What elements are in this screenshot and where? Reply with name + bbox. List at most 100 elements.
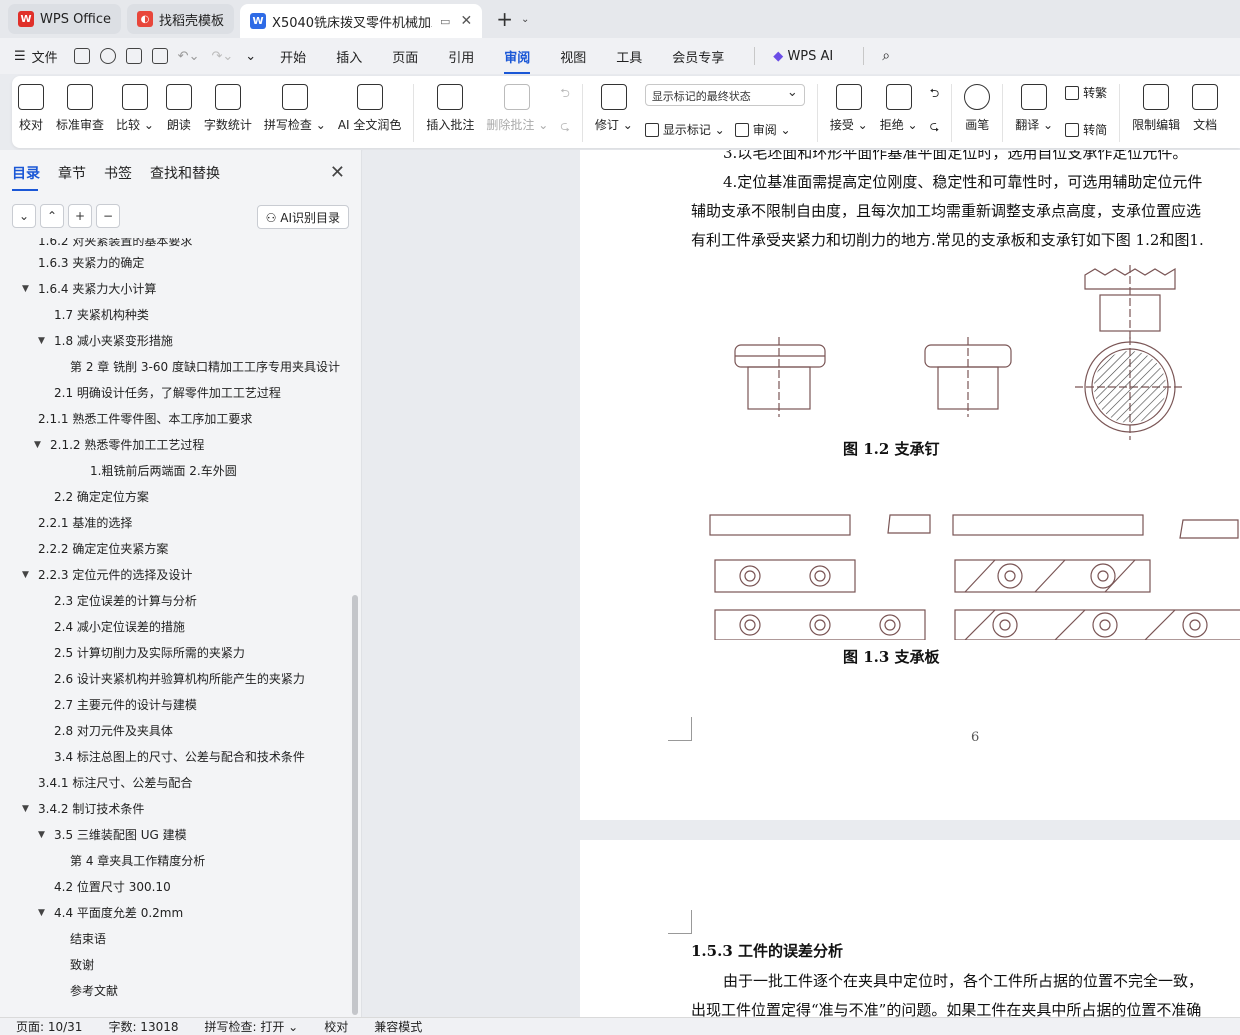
- accept-button[interactable]: 接受 ⌄: [830, 84, 868, 133]
- toc-item[interactable]: 致谢: [0, 952, 350, 978]
- show-markup-button[interactable]: 显示标记 ⌄: [644, 121, 725, 138]
- toc-item[interactable]: 2.4 减小定位误差的措施: [0, 614, 350, 640]
- tab-wps-office[interactable]: W WPS Office: [8, 4, 122, 34]
- tab-document[interactable]: W X5040铣床拨叉零件机械加工 ▭ ✕: [240, 4, 483, 38]
- toc-item[interactable]: 结束语: [0, 926, 350, 952]
- collapse-arrow-icon[interactable]: ▼: [38, 822, 45, 848]
- toc-item[interactable]: 4.2 位置尺寸 300.10: [0, 874, 350, 900]
- doc-protect-button[interactable]: 文档: [1192, 84, 1219, 133]
- save-icon[interactable]: [73, 48, 90, 64]
- undo-icon[interactable]: ↶⌄: [178, 49, 200, 64]
- tab-chapters[interactable]: 章节: [58, 163, 86, 183]
- to-simplified-button[interactable]: 转简: [1065, 121, 1107, 138]
- review-pane-button[interactable]: 审阅 ⌄: [734, 121, 791, 138]
- export-icon[interactable]: [99, 48, 116, 64]
- toc-item[interactable]: ▼ 2.1.2 熟悉零件加工工艺过程: [0, 432, 350, 458]
- redo-icon[interactable]: ↷⌄: [211, 49, 233, 64]
- next-comment-icon[interactable]: ⮎: [560, 117, 570, 138]
- more-icon[interactable]: ⌄: [245, 49, 256, 64]
- toc-item[interactable]: 第 2 章 铣削 3-60 度缺口精加工工序专用夹具设计: [0, 354, 350, 380]
- display-mode-select[interactable]: 显示标记的最终状态: [644, 84, 805, 106]
- spell-check-status[interactable]: 拼写检查: 打开 ⌄: [205, 1018, 299, 1035]
- toc-item[interactable]: 3.4.1 标注尺寸、公差与配合: [0, 770, 350, 796]
- toc-item[interactable]: ▼ 3.4.2 制订技术条件: [0, 796, 350, 822]
- read-aloud-button[interactable]: 朗读: [165, 84, 192, 133]
- collapse-up-button[interactable]: ⌃: [40, 204, 64, 228]
- document-page[interactable]: 3.以毛坯面和环形平面作基准平面定位时，选用自位支承作定位元件。 4.定位基准面…: [580, 150, 1240, 820]
- menu-insert[interactable]: 插入: [336, 47, 362, 66]
- toc-item[interactable]: 2.3 定位误差的计算与分析: [0, 588, 350, 614]
- toc-item[interactable]: 3.4 标注总图上的尺寸、公差与配合和技术条件: [0, 744, 350, 770]
- menu-wps-ai[interactable]: ◆ WPS AI: [773, 49, 833, 64]
- menu-reference[interactable]: 引用: [448, 47, 474, 66]
- ai-toc-button[interactable]: ⚇ AI识别目录: [256, 205, 349, 229]
- panel-scrollbar[interactable]: [352, 595, 358, 1015]
- tab-find-replace[interactable]: 查找和替换: [150, 163, 220, 183]
- remove-heading-button[interactable]: −: [96, 204, 120, 228]
- toc-item[interactable]: 2.1 明确设计任务，了解零件加工工艺过程: [0, 380, 350, 406]
- collapse-arrow-icon[interactable]: ▼: [34, 432, 41, 458]
- toc-item[interactable]: 2.5 计算切削力及实际所需的夹紧力: [0, 640, 350, 666]
- menu-view[interactable]: 视图: [560, 47, 586, 66]
- toc-item[interactable]: ▼ 1.6.4 夹紧力大小计算: [0, 276, 350, 302]
- standard-review-button[interactable]: 标准审查: [56, 84, 104, 133]
- tab-bookmarks[interactable]: 书签: [104, 163, 132, 183]
- document-area[interactable]: 3.以毛坯面和环形平面作基准平面定位时，选用自位支承作定位元件。 4.定位基准面…: [363, 150, 1240, 1017]
- track-changes-button[interactable]: 修订 ⌄: [595, 84, 633, 133]
- toc-item[interactable]: ▼ 3.5 三维装配图 UG 建模: [0, 822, 350, 848]
- expand-down-button[interactable]: ⌄: [12, 204, 36, 228]
- proofread-status[interactable]: 校对: [324, 1018, 348, 1035]
- collapse-arrow-icon[interactable]: ▼: [38, 900, 45, 926]
- hamburger-icon[interactable]: ☰: [14, 49, 26, 64]
- toc-item[interactable]: 2.1.1 熟悉工件零件图、本工序加工要求: [0, 406, 350, 432]
- print-icon[interactable]: [125, 48, 142, 64]
- toc-item[interactable]: 2.2.1 基准的选择: [0, 510, 350, 536]
- menu-member[interactable]: 会员专享: [672, 47, 724, 66]
- collapse-arrow-icon[interactable]: ▼: [38, 328, 45, 354]
- toc-item[interactable]: 1.6.3 夹紧力的确定: [0, 250, 350, 276]
- ai-polish-button[interactable]: AI 全文润色: [338, 84, 401, 133]
- search-icon[interactable]: ⌕: [882, 48, 890, 64]
- word-count[interactable]: 字数: 13018: [108, 1018, 178, 1035]
- restrict-edit-button[interactable]: 限制编辑: [1132, 84, 1180, 133]
- collapse-arrow-icon[interactable]: ▼: [22, 796, 29, 822]
- menu-home[interactable]: 开始: [280, 47, 306, 66]
- toc-item[interactable]: ▼ 2.2.3 定位元件的选择及设计: [0, 562, 350, 588]
- translate-button[interactable]: 翻译 ⌄: [1015, 84, 1053, 133]
- close-icon[interactable]: ✕: [460, 13, 472, 29]
- spell-check-button[interactable]: 拼写检查 ⌄: [264, 84, 326, 133]
- collapse-arrow-icon[interactable]: ▼: [22, 562, 29, 588]
- close-panel-icon[interactable]: ✕: [330, 162, 345, 183]
- proofread-button[interactable]: 校对: [18, 84, 44, 133]
- to-traditional-button[interactable]: 转繁: [1065, 84, 1107, 101]
- prev-comment-icon[interactable]: ⮌: [560, 84, 570, 105]
- tab-docer[interactable]: ◐ 找稻壳模板: [127, 4, 235, 34]
- menu-review[interactable]: 审阅: [504, 47, 531, 74]
- new-tab-icon[interactable]: +: [496, 7, 513, 31]
- toc-item[interactable]: 1.粗铣前后两端面 2.车外圆: [0, 458, 350, 484]
- add-heading-button[interactable]: +: [68, 204, 92, 228]
- pen-button[interactable]: 画笔: [964, 84, 991, 133]
- next-change-icon[interactable]: ⮎: [930, 117, 940, 138]
- toc-item[interactable]: ▼ 1.8 减小夹紧变形措施: [0, 328, 350, 354]
- chevron-down-icon[interactable]: ⌄: [521, 14, 529, 25]
- toc-item[interactable]: 2.6 设计夹紧机构并验算机构所能产生的夹紧力: [0, 666, 350, 692]
- monitor-icon[interactable]: ▭: [440, 15, 450, 28]
- word-count-button[interactable]: 字数统计: [204, 84, 252, 133]
- toc-item[interactable]: ▼ 4.4 平面度允差 0.2mm: [0, 900, 350, 926]
- toc-item[interactable]: 参考文献: [0, 978, 350, 1004]
- collapse-arrow-icon[interactable]: ▼: [22, 276, 29, 302]
- toc-item[interactable]: 2.8 对刀元件及夹具体: [0, 718, 350, 744]
- toc-item[interactable]: 2.2 确定定位方案: [0, 484, 350, 510]
- menu-file[interactable]: 文件: [32, 47, 58, 66]
- insert-comment-button[interactable]: 插入批注: [426, 84, 474, 133]
- tab-toc[interactable]: 目录: [12, 163, 40, 191]
- toc-item[interactable]: 1.6.2 对夹紧装置的基本要求: [0, 238, 350, 250]
- toc-item[interactable]: 2.2.2 确定定位夹紧方案: [0, 536, 350, 562]
- menu-tools[interactable]: 工具: [616, 47, 642, 66]
- page-indicator[interactable]: 页面: 10/31: [16, 1018, 82, 1035]
- toc-item[interactable]: 2.7 主要元件的设计与建模: [0, 692, 350, 718]
- reject-button[interactable]: 拒绝 ⌄: [880, 84, 918, 133]
- document-page[interactable]: 1.5.3 工件的误差分析 由于一批工件逐个在夹具中定位时，各个工件所占据的位置…: [580, 840, 1240, 1017]
- toc-item[interactable]: 1.7 夹紧机构种类: [0, 302, 350, 328]
